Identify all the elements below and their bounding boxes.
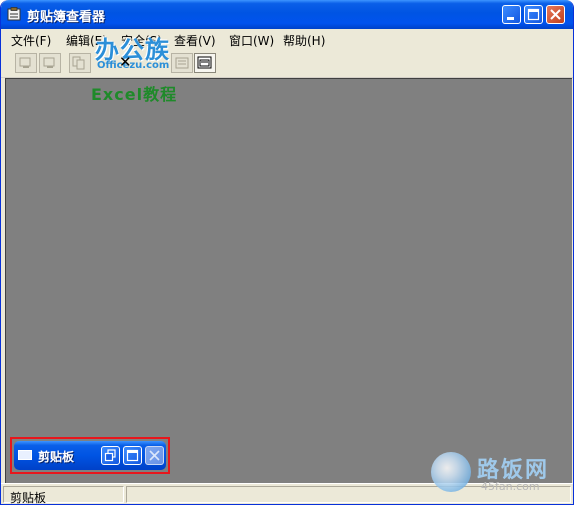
menu-bar: 文件(F) 编辑(E) 安全(S) 查看(V) 窗口(W) 帮助(H) [1,29,573,49]
clipbook-viewer-window: 剪贴簿查看器 文件(F) 编辑(E) 安全(S) 查看(V) 窗口(W) 帮助(… [0,0,574,505]
45fan-url: 45fan.com [481,480,540,493]
window-title: 剪贴簿查看器 [27,10,106,25]
clipbook-app-icon [7,7,21,21]
copy-button[interactable] [69,53,91,73]
list-view-icon [175,57,189,69]
restore-button[interactable] [101,446,120,465]
close-button[interactable] [546,5,565,24]
mini-close-button[interactable] [145,446,164,465]
close-icon [149,450,160,461]
toolbar [1,50,573,78]
minimized-window-highlight: 剪贴板 [10,437,170,474]
maximize-icon [527,8,540,21]
close-icon [550,9,561,20]
disconnect-button[interactable] [39,53,61,73]
copy-icon [72,56,85,70]
mdi-workspace [5,78,572,483]
menu-file[interactable]: 文件(F) [11,32,51,49]
minimize-icon [507,17,514,20]
minimize-button[interactable] [502,5,521,24]
clipboard-window-icon [18,450,32,460]
connect-button[interactable] [15,53,37,73]
menu-help[interactable]: 帮助(H) [283,32,325,49]
minimized-clipboard-window[interactable]: 剪贴板 [14,441,166,470]
delete-button[interactable] [171,53,193,73]
status-panel-main: 剪贴板 [3,486,124,505]
content-view-icon [197,56,212,69]
title-bar[interactable]: 剪贴簿查看器 [1,0,573,29]
status-text: 剪贴板 [10,491,47,505]
menu-view[interactable]: 查看(V) [174,32,216,49]
45fan-logo-icon [431,452,471,492]
menu-window[interactable]: 窗口(W) [229,32,274,49]
maximize-button[interactable] [524,5,543,24]
minimized-window-title: 剪贴板 [38,450,75,464]
mini-maximize-button[interactable] [123,446,142,465]
restore-icon [104,449,116,462]
maximize-icon [126,449,139,462]
officezu-watermark-url: Officezu.com [97,60,170,71]
content-view-button[interactable] [194,53,216,73]
disconnect-icon [43,57,55,68]
cut-icon: ✕ [119,53,132,71]
excel-tutorial-watermark: Excel教程 [91,85,178,104]
connect-icon [19,57,31,68]
